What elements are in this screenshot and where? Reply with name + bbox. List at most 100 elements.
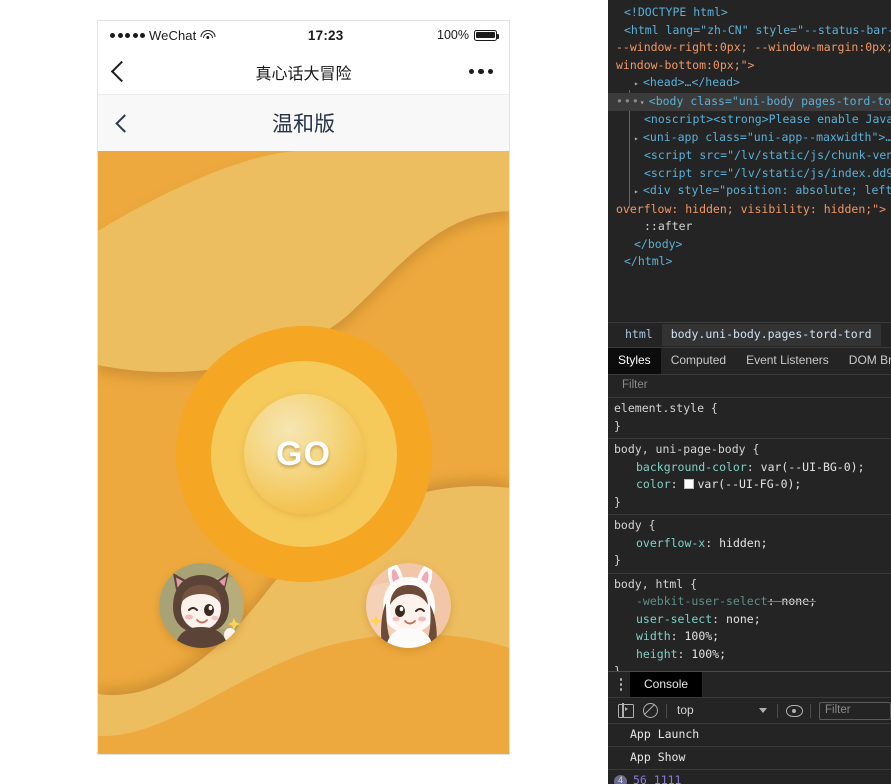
css-declaration[interactable]: width: 100%; [614, 628, 891, 646]
console-sidebar-icon[interactable] [614, 699, 638, 723]
toolbar-divider [666, 704, 667, 718]
expand-triangle-icon[interactable]: ▸ [634, 75, 643, 93]
dom-node[interactable]: ▸<uni-app class="uni-app--maxwidth">…< [608, 129, 891, 148]
dom-node[interactable]: <script src="/lv/static/js/chunk-vend [608, 147, 891, 165]
css-selector: body { [614, 517, 891, 535]
tab-computed[interactable]: Computed [661, 348, 736, 374]
css-value: 100%; [691, 647, 726, 661]
css-rule[interactable]: body, uni-page-body { background-color: … [608, 439, 891, 515]
css-declaration[interactable]: background-color: var(--UI-BG-0); [614, 459, 891, 477]
css-property: -webkit-user-select [614, 593, 768, 611]
battery-icon [474, 30, 497, 41]
css-rule[interactable]: body, html { -webkit-user-select: none; … [608, 574, 891, 681]
chevron-left-icon[interactable] [111, 61, 132, 82]
dom-node[interactable]: <html lang="zh-CN" style="--status-bar-h… [608, 22, 891, 40]
dom-node-text: overflow: hidden; visibility: hidden;"> [616, 202, 886, 216]
tab-event-listeners[interactable]: Event Listeners [736, 348, 839, 374]
dom-node[interactable]: ▸<head>…</head> [608, 74, 891, 93]
go-button-rings: GO [174, 324, 434, 584]
css-declaration[interactable]: user-select: none; [614, 611, 891, 629]
console-log-text: 56 1111 [633, 772, 681, 784]
css-rule-close: } [614, 552, 891, 570]
badge-dots-icon: ••• [616, 94, 640, 108]
css-rule-close: } [614, 418, 891, 436]
css-declaration[interactable]: overflow-x: hidden; [614, 535, 891, 553]
signal-strength-icon [110, 33, 145, 38]
css-value: var(--UI-BG-0); [761, 460, 865, 474]
go-button[interactable]: GO [244, 394, 364, 514]
css-value: var(--UI-FG-0); [697, 477, 801, 491]
console-log-row: App Show [608, 747, 891, 770]
console-log-text: App Launch [630, 726, 699, 744]
css-declaration[interactable]: height: 100%; [614, 646, 891, 664]
dom-node[interactable]: </html> [608, 253, 891, 271]
console-filter-placeholder: Filter [825, 702, 851, 720]
dom-node[interactable]: --window-right:0px; --window-margin:0px;… [608, 39, 891, 57]
dom-node-text: --window-right:0px; --window-margin:0px;… [616, 40, 891, 54]
right-player-avatar[interactable] [366, 563, 451, 648]
dom-node-text: window-bottom:0px;"> [616, 58, 754, 72]
dom-node[interactable]: </body> [608, 236, 891, 254]
execution-context-label: top [677, 702, 694, 720]
dom-node[interactable]: ▸<div style="position: absolute; left: [608, 182, 891, 201]
styles-filter-placeholder: Filter [622, 377, 648, 395]
expand-triangle-icon[interactable]: ▸ [634, 183, 643, 201]
execution-context-select[interactable]: top [671, 702, 773, 720]
breadcrumb: html body.uni-body.pages-tord-tord [608, 322, 891, 347]
dom-node-text: <script src="/lv/static/js/chunk-vend [644, 148, 891, 162]
css-declaration-disabled[interactable]: -webkit-user-select: none; [614, 593, 891, 611]
console-log-row-warning: 4 56 1111 [608, 770, 891, 784]
dom-node[interactable]: <script src="/lv/static/js/index.dd97 [608, 165, 891, 183]
mode-title: 温和版 [98, 108, 509, 138]
wifi-icon [201, 30, 214, 41]
warning-count-badge: 4 [614, 775, 627, 784]
css-value: hidden; [719, 536, 767, 550]
dom-node[interactable]: <!DOCTYPE html> [608, 4, 891, 22]
css-value: none; [726, 612, 761, 626]
devtools-panel: <!DOCTYPE html> <html lang="zh-CN" style… [608, 0, 891, 784]
mobile-device-frame: WeChat 17:23 100% 真心话大冒险 温和版 [97, 20, 510, 755]
dom-node-text: </body> [634, 237, 682, 251]
console-log-text: App Show [630, 749, 685, 767]
more-vertical-icon[interactable] [612, 678, 630, 691]
dom-node[interactable]: <noscript><strong>Please enable JavaS [608, 111, 891, 129]
live-expression-icon[interactable] [782, 699, 806, 723]
console-filter-input[interactable]: Filter [819, 702, 891, 720]
css-property: width [614, 628, 671, 646]
css-declaration[interactable]: color: var(--UI-FG-0); [614, 476, 891, 494]
sub-header: 温和版 [98, 95, 509, 151]
expand-triangle-icon[interactable]: ▸ [634, 130, 643, 148]
left-player-avatar[interactable] [159, 563, 244, 648]
breadcrumb-item-html[interactable]: html [616, 324, 662, 346]
more-horizontal-icon[interactable] [469, 69, 494, 75]
css-rule[interactable]: body { overflow-x: hidden; } [608, 515, 891, 574]
clear-console-icon[interactable] [638, 699, 662, 723]
elements-dom-tree[interactable]: <!DOCTYPE html> <html lang="zh-CN" style… [608, 0, 891, 322]
dom-node[interactable]: overflow: hidden; visibility: hidden;"> [608, 201, 891, 219]
css-value: none; [781, 594, 816, 608]
css-rule[interactable]: element.style { } [608, 398, 891, 439]
color-swatch-icon[interactable] [684, 479, 694, 489]
styles-filter-row[interactable]: Filter [608, 375, 891, 398]
dom-node-text: <noscript><strong>Please enable JavaS [644, 112, 891, 126]
console-log-row: App Launch [608, 724, 891, 747]
dom-node-text: <body class="uni-body pages-tord-tord"> [649, 94, 891, 108]
page-title: 真心话大冒险 [98, 60, 509, 84]
dom-node[interactable]: ::after [608, 218, 891, 236]
breadcrumb-item-body[interactable]: body.uni-body.pages-tord-tord [662, 324, 881, 346]
dom-node[interactable]: window-bottom:0px;"> [608, 57, 891, 75]
css-property: background-color [614, 459, 747, 477]
tab-dom-breakpoints[interactable]: DOM Bre [839, 348, 891, 374]
css-property: overflow-x [614, 535, 705, 553]
chevron-left-icon[interactable] [115, 114, 133, 132]
console-toolbar: top Filter [608, 697, 891, 724]
css-value: 100%; [684, 629, 719, 643]
tab-styles[interactable]: Styles [608, 348, 661, 374]
dom-node-selected[interactable]: •••▾<body class="uni-body pages-tord-tor… [608, 93, 891, 112]
tab-console[interactable]: Console [630, 672, 702, 698]
css-selector: body, uni-page-body { [614, 441, 891, 459]
dom-node-text: <html lang="zh-CN" style="--status-bar-h… [624, 23, 891, 37]
css-rules-list[interactable]: element.style { } body, uni-page-body { … [608, 398, 891, 680]
status-bar-time: 17:23 [214, 28, 437, 43]
collapse-triangle-icon[interactable]: ▾ [640, 94, 649, 112]
